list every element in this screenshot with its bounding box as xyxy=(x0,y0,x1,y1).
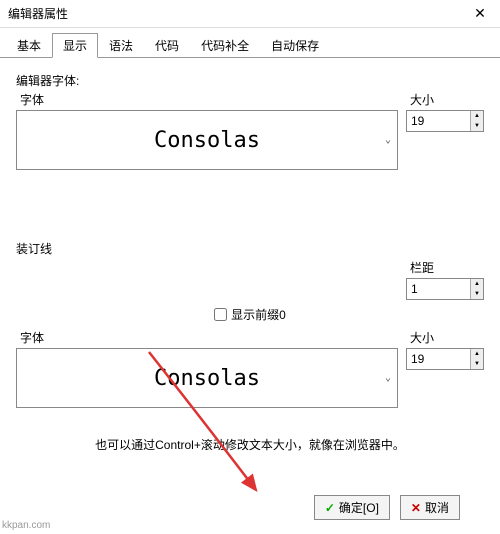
gutter-section-label: 装订线 xyxy=(16,240,484,257)
close-button[interactable]: ✕ xyxy=(468,2,492,26)
editor-font-value: Consolas xyxy=(154,128,260,153)
spinner-up-icon[interactable]: ▲ xyxy=(471,279,483,289)
titlebar: 编辑器属性 ✕ xyxy=(0,0,500,28)
dialog-buttons: ✓ 确定[O] ✕ 取消 xyxy=(314,495,460,520)
editor-font-size-input[interactable] xyxy=(407,111,470,131)
size-label: 大小 xyxy=(406,91,484,108)
window-title: 编辑器属性 xyxy=(8,5,68,22)
editor-font-select[interactable]: Consolas ⌄ xyxy=(16,110,398,170)
editor-font-section-label: 编辑器字体: xyxy=(16,72,484,89)
check-icon: ✓ xyxy=(325,501,335,515)
ok-label: 确定[O] xyxy=(339,499,379,516)
gutter-font-select[interactable]: Consolas ⌄ xyxy=(16,348,398,408)
watermark: kkpan.com xyxy=(2,520,50,531)
gutter-margin-input[interactable] xyxy=(407,279,470,299)
ok-button[interactable]: ✓ 确定[O] xyxy=(314,495,390,520)
tab-display[interactable]: 显示 xyxy=(52,33,98,58)
gutter-font-label: 字体 xyxy=(16,329,398,346)
x-icon: ✕ xyxy=(411,501,421,515)
spinner-up-icon[interactable]: ▲ xyxy=(471,111,483,121)
margin-label: 栏距 xyxy=(406,259,484,276)
gutter-font-size-spinner[interactable]: ▲ ▼ xyxy=(406,348,484,370)
gutter-margin-spinner[interactable]: ▲ ▼ xyxy=(406,278,484,300)
tab-bar: 基本 显示 语法 代码 代码补全 自动保存 xyxy=(0,28,500,58)
spinner-down-icon[interactable]: ▼ xyxy=(471,121,483,131)
chevron-down-icon: ⌄ xyxy=(385,373,391,384)
show-prefix-checkbox[interactable] xyxy=(214,308,227,321)
gutter-font-value: Consolas xyxy=(154,366,260,391)
tab-basic[interactable]: 基本 xyxy=(6,33,52,58)
cancel-label: 取消 xyxy=(425,499,449,516)
tab-autosave[interactable]: 自动保存 xyxy=(260,33,330,58)
hint-text: 也可以通过Control+滚动修改文本大小，就像在浏览器中。 xyxy=(16,436,484,453)
spinner-down-icon[interactable]: ▼ xyxy=(471,289,483,299)
gutter-size-label: 大小 xyxy=(406,329,484,346)
spinner-up-icon[interactable]: ▲ xyxy=(471,349,483,359)
gutter-font-size-input[interactable] xyxy=(407,349,470,369)
tab-syntax[interactable]: 语法 xyxy=(98,33,144,58)
chevron-down-icon: ⌄ xyxy=(385,135,391,146)
close-icon: ✕ xyxy=(474,5,486,22)
show-prefix-label: 显示前缀0 xyxy=(231,306,286,323)
tab-code[interactable]: 代码 xyxy=(144,33,190,58)
cancel-button[interactable]: ✕ 取消 xyxy=(400,495,460,520)
tab-completion[interactable]: 代码补全 xyxy=(190,33,260,58)
font-label: 字体 xyxy=(16,91,398,108)
editor-font-size-spinner[interactable]: ▲ ▼ xyxy=(406,110,484,132)
tab-content: 编辑器字体: 字体 大小 Consolas ⌄ ▲ ▼ 装订线 xyxy=(0,58,500,453)
spinner-down-icon[interactable]: ▼ xyxy=(471,359,483,369)
